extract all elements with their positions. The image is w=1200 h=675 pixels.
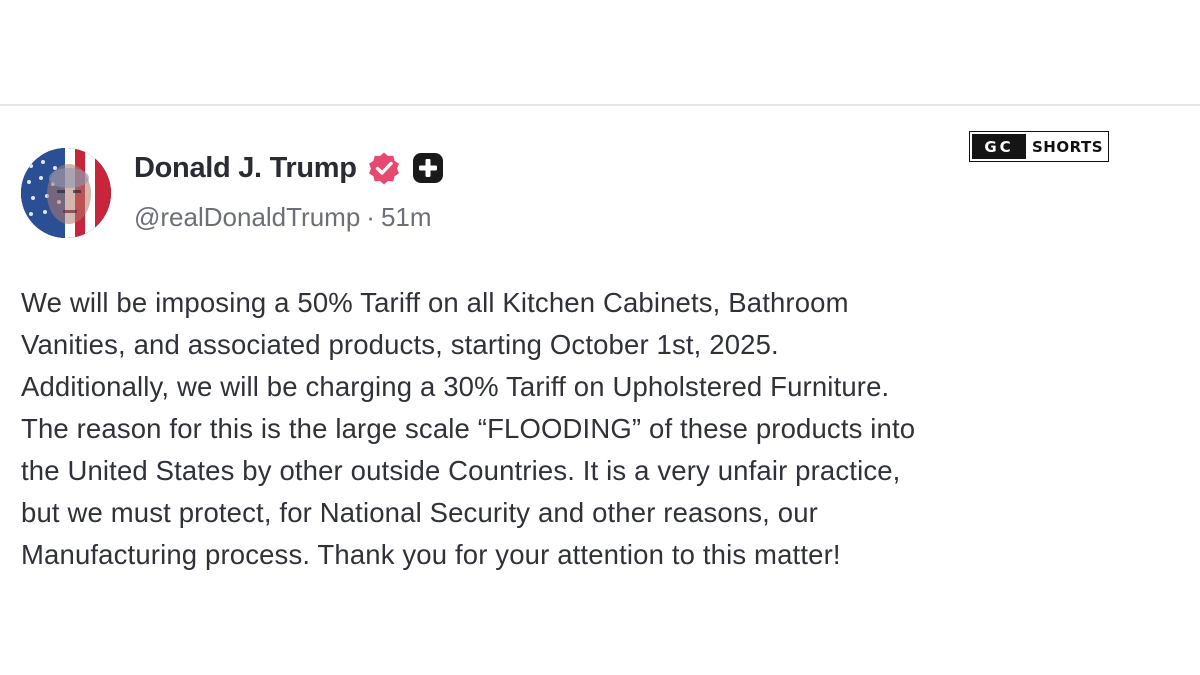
plus-badge-icon <box>411 151 445 185</box>
post-timestamp[interactable]: 51m <box>381 202 432 232</box>
watermark-gc: GC <box>972 134 1026 159</box>
author-handle[interactable]: @realDonaldTrump <box>134 202 360 232</box>
meta-separator: · <box>366 202 375 232</box>
author-display-name[interactable]: Donald J. Trump <box>134 152 357 185</box>
avatar[interactable] <box>21 148 111 238</box>
post-body-line: Additionally, we will be charging a 30% … <box>21 371 890 402</box>
post-body-line: but we must protect, for National Securi… <box>21 497 818 528</box>
author-row: Donald J. Trump <box>134 150 445 186</box>
avatar-image <box>21 148 111 238</box>
post-body-line: Vanities, and associated products, start… <box>21 329 779 360</box>
post-body-line: We will be imposing a 50% Tariff on all … <box>21 287 849 318</box>
post-body: We will be imposing a 50% Tariff on all … <box>21 282 1191 576</box>
author-meta: @realDonaldTrump · 51m <box>134 202 432 233</box>
verified-badge-icon <box>367 151 401 185</box>
watermark-shorts: SHORTS <box>1032 137 1104 156</box>
gc-shorts-watermark: GC SHORTS <box>969 131 1109 162</box>
post-body-line: Manufacturing process. Thank you for you… <box>21 539 841 570</box>
post-body-line: the United States by other outside Count… <box>21 455 901 486</box>
post-card: Donald J. Trump @realDonaldTrump · 51m We … <box>0 106 1200 675</box>
post-body-line: The reason for this is the large scale “… <box>21 413 916 444</box>
